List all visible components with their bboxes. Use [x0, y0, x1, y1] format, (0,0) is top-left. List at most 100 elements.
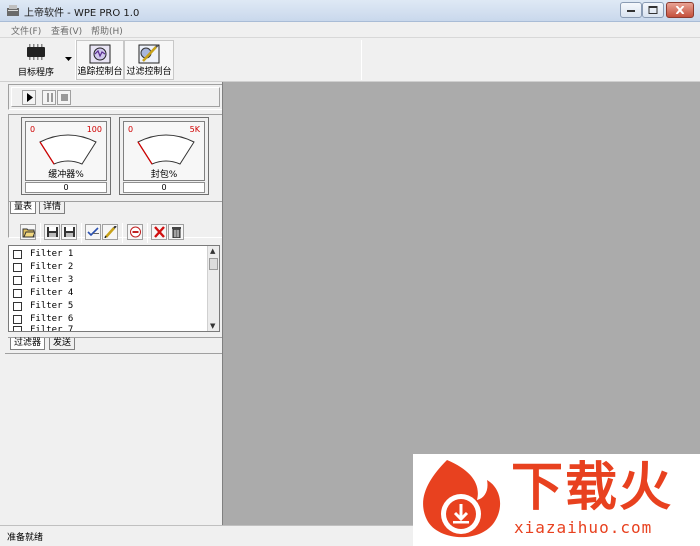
gauge-value: 0 [123, 182, 205, 193]
window-title: 上帝软件 - WPE PRO 1.0 [24, 8, 140, 19]
list-item[interactable]: Filter 7 [9, 324, 205, 332]
tab-filters[interactable]: 过滤器 [10, 338, 46, 350]
save-icon [47, 227, 58, 237]
stop-filter-button[interactable] [127, 224, 143, 240]
filter-name: Filter 4 [30, 288, 74, 298]
play-button[interactable] [22, 90, 36, 105]
gauge-min: 0 [128, 125, 134, 134]
watermark-domain: xiazaihuo.com [514, 518, 653, 537]
gauge-label: 封包% [150, 170, 178, 180]
filter-checkbox[interactable] [13, 315, 22, 324]
filter-name: Filter 5 [30, 301, 74, 311]
stop-sign-icon [130, 226, 141, 238]
filter-checkbox[interactable] [13, 250, 22, 259]
filter-name: Filter 7 [30, 325, 74, 332]
packet-gauge: 0 5K 封包% 0 [119, 117, 209, 195]
title-bar: 上帝软件 - WPE PRO 1.0 [0, 0, 700, 22]
status-text: 准备就绪 [7, 533, 44, 543]
gauge-dial-icon [137, 134, 195, 165]
filter-toolbar-separator [81, 223, 82, 243]
list-item[interactable]: Filter 5 [9, 300, 205, 313]
menu-help[interactable]: 帮助(H) [91, 24, 123, 37]
check-list-icon [87, 227, 99, 237]
pause-button[interactable] [42, 90, 56, 105]
filter-checkbox[interactable] [13, 302, 22, 311]
app-icon [7, 5, 19, 16]
scroll-down-icon[interactable]: ▼ [210, 322, 215, 330]
minimize-icon [627, 10, 635, 12]
stop-icon [61, 94, 68, 101]
edit-filter-button[interactable] [102, 224, 118, 240]
filter-checkbox[interactable] [13, 326, 22, 331]
save-as-filter-button[interactable] [61, 224, 77, 240]
gauge-label: 缓冲器% [48, 170, 84, 180]
dropdown-arrow-icon [65, 57, 72, 61]
filter-list-scrollbar[interactable]: ▲ ▼ [207, 246, 219, 331]
stop-button[interactable] [57, 90, 71, 105]
gauge-max: 100 [86, 125, 102, 134]
pause-icon [47, 93, 53, 102]
filter-name: Filter 2 [30, 262, 74, 272]
open-filter-button[interactable] [20, 224, 36, 240]
filter-console-button[interactable]: 过滤控制台 [124, 40, 174, 80]
target-dropdown-button[interactable] [62, 40, 74, 80]
buffer-gauge: 0 100 缓冲器% 0 [21, 117, 111, 195]
scroll-thumb[interactable] [209, 258, 218, 270]
watermark-brand: 下载火 [511, 458, 674, 518]
filter-name: Filter 1 [30, 249, 74, 259]
filter-toolbar-separator [147, 223, 148, 243]
close-icon [675, 6, 685, 14]
filter-checkbox[interactable] [13, 289, 22, 298]
minimize-button[interactable] [620, 2, 642, 18]
gauge-min: 0 [30, 125, 36, 134]
flame-logo-icon [423, 460, 501, 538]
target-program-label: 目标程序 [17, 68, 54, 78]
filter-console-icon [138, 44, 160, 64]
save-filter-button[interactable] [44, 224, 60, 240]
pencil-icon [104, 226, 117, 238]
gauge-face: 0 5K 封包% [123, 121, 205, 181]
filter-toolbar [8, 222, 223, 244]
filter-toolbar-separator [40, 223, 41, 243]
filter-checkbox[interactable] [13, 263, 22, 272]
toolbar: 目标程序 追踪控制台 过滤控制台 [0, 38, 700, 82]
trash-icon [172, 227, 181, 238]
tab-send[interactable]: 发送 [49, 338, 76, 350]
filter-checkbox[interactable] [13, 276, 22, 285]
close-button[interactable] [666, 2, 694, 18]
trash-filter-button[interactable] [168, 224, 184, 240]
list-item[interactable]: Filter 2 [9, 261, 205, 274]
trace-console-label: 追踪控制台 [77, 67, 123, 77]
menu-view[interactable]: 查看(V) [51, 24, 82, 37]
toolbar-separator [361, 40, 362, 80]
trace-console-button[interactable]: 追踪控制台 [76, 40, 124, 80]
menu-file[interactable]: 文件(F) [11, 24, 41, 37]
red-x-icon [154, 226, 165, 238]
filter-name: Filter 3 [30, 275, 74, 285]
check-filter-button[interactable] [85, 224, 101, 240]
maximize-button[interactable] [642, 2, 664, 18]
scroll-up-icon[interactable]: ▲ [210, 247, 215, 255]
trace-console-icon [89, 44, 111, 64]
tab-meters[interactable]: 量表 [10, 202, 37, 214]
capture-controls [8, 84, 223, 110]
watermark: 下载火 xiazaihuo.com [413, 454, 700, 546]
chip-icon [27, 44, 45, 60]
filter-toolbar-separator [122, 223, 123, 243]
gauge-dial-icon [39, 134, 97, 165]
gauge-max: 5K [189, 125, 200, 134]
open-folder-icon [22, 228, 35, 238]
maximize-icon [648, 6, 658, 14]
delete-filter-button[interactable] [151, 224, 167, 240]
tab-details[interactable]: 详情 [39, 202, 66, 214]
lower-left-panel [5, 353, 222, 525]
list-item[interactable]: Filter 3 [9, 274, 205, 287]
target-program-button[interactable]: 目标程序 [10, 40, 62, 80]
play-icon [27, 93, 33, 102]
menu-bar: 文件(F) 查看(V) 帮助(H) [0, 22, 700, 38]
filter-tabs: 过滤器 发送 [10, 338, 130, 350]
list-item[interactable]: Filter 4 [9, 287, 205, 300]
list-item[interactable]: Filter 1 [9, 248, 205, 261]
gauge-value: 0 [25, 182, 107, 193]
gauge-panel: 0 100 缓冲器% 0 0 5K 封包% 0 [8, 114, 223, 238]
